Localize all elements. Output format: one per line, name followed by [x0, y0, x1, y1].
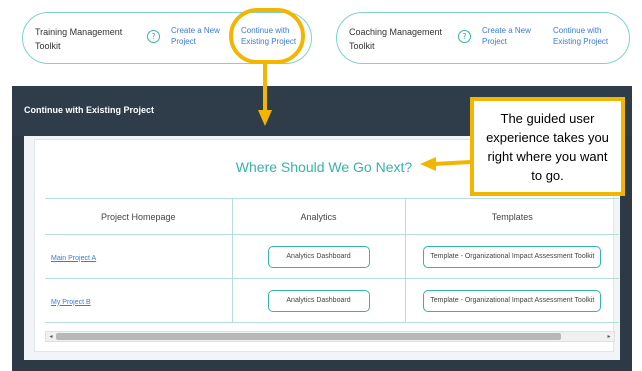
column-header-analytics: Analytics: [232, 198, 406, 235]
analytics-dashboard-button[interactable]: Analytics Dashboard: [267, 245, 370, 268]
toolkit-title: Training Management Toolkit: [35, 27, 123, 51]
column-header-project: Project Homepage: [45, 198, 233, 235]
template-button[interactable]: Template - Organizational Impact Assessm…: [423, 289, 602, 312]
template-button[interactable]: Template - Organizational Impact Assessm…: [423, 245, 602, 268]
toolkit-title: Coaching Management Toolkit: [349, 27, 443, 51]
template-cell: Template - Organizational Impact Assessm…: [405, 234, 619, 279]
analytics-cell: Analytics Dashboard: [232, 234, 406, 279]
help-icon[interactable]: ?: [147, 30, 160, 43]
scroll-right-icon[interactable]: ▸: [604, 332, 614, 341]
project-cell: My Project B: [45, 278, 233, 323]
continue-project-link[interactable]: Continue with Existing Project: [553, 25, 615, 47]
help-icon[interactable]: ?: [458, 30, 471, 43]
callout-box: The guided user experience takes you rig…: [470, 97, 625, 196]
table-row: My Project B Analytics Dashboard Templat…: [45, 278, 619, 323]
scroll-thumb[interactable]: [56, 333, 561, 340]
navigation-table: Project Homepage Analytics Templates Mai…: [45, 198, 619, 323]
toolkit-card-coaching: Coaching Management Toolkit ? Create a N…: [336, 12, 630, 64]
highlight-ring: [229, 8, 305, 64]
horizontal-scrollbar[interactable]: ◂ ▸: [45, 331, 615, 342]
project-cell: Main Project A: [45, 234, 233, 279]
analytics-cell: Analytics Dashboard: [232, 278, 406, 323]
scroll-left-icon[interactable]: ◂: [46, 332, 56, 341]
analytics-dashboard-button[interactable]: Analytics Dashboard: [267, 289, 370, 312]
callout-text: The guided user experience takes you rig…: [486, 110, 609, 183]
table-header-row: Project Homepage Analytics Templates: [45, 198, 619, 235]
dialog-title: Continue with Existing Project: [24, 105, 155, 115]
project-link[interactable]: My Project B: [51, 299, 91, 306]
template-cell: Template - Organizational Impact Assessm…: [405, 278, 619, 323]
create-project-link[interactable]: Create a New Project: [482, 25, 537, 47]
table-row: Main Project A Analytics Dashboard Templ…: [45, 234, 619, 279]
project-link[interactable]: Main Project A: [51, 255, 96, 262]
column-header-templates: Templates: [405, 198, 619, 235]
create-project-link[interactable]: Create a New Project: [171, 25, 226, 47]
